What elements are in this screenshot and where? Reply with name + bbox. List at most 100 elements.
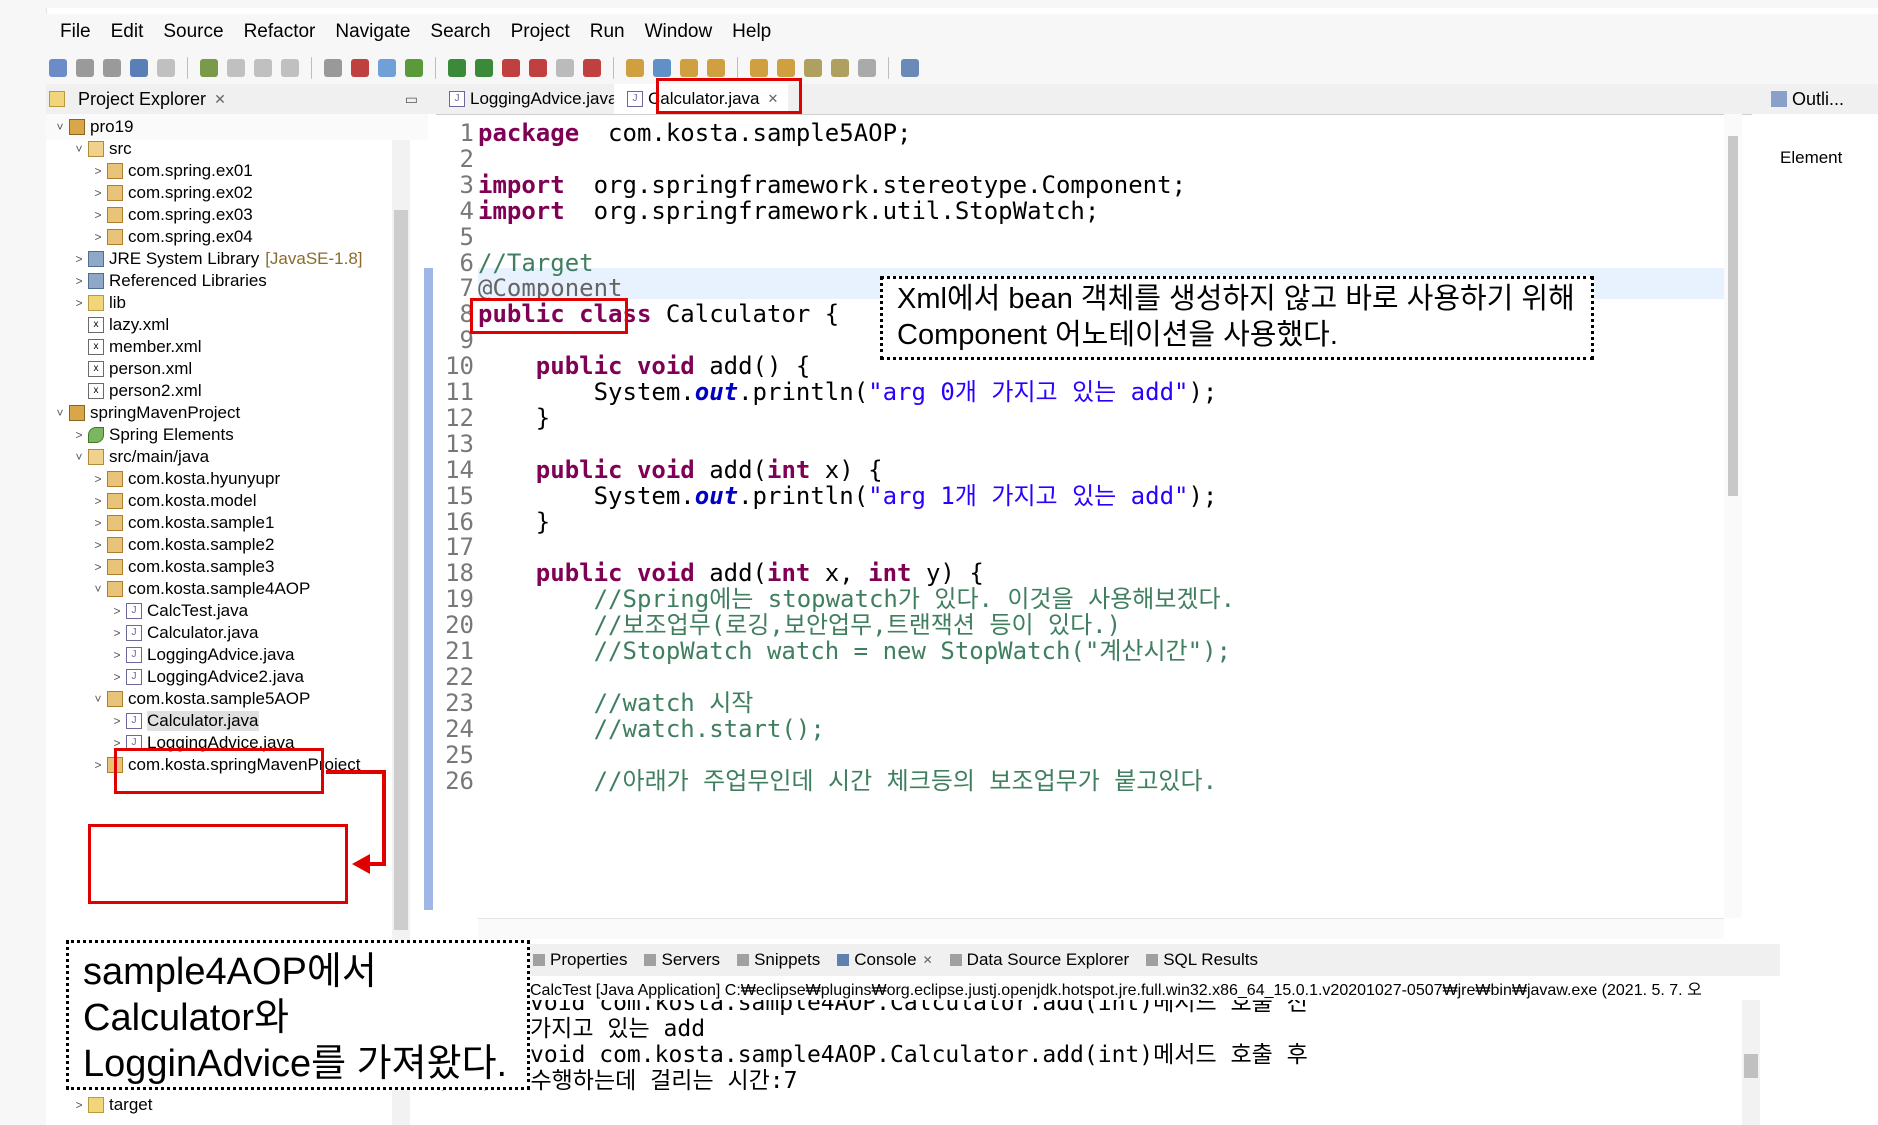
toolbar-button-icon[interactable]: [227, 59, 245, 77]
code-line[interactable]: //StopWatch watch = new StopWatch("계산시간"…: [478, 636, 1231, 667]
expand-icon[interactable]: >: [92, 538, 104, 552]
menu-help[interactable]: Help: [732, 21, 771, 43]
tab-console[interactable]: Console ✕: [834, 950, 933, 970]
expand-icon[interactable]: >: [92, 164, 104, 178]
expand-icon[interactable]: >: [111, 648, 123, 662]
code-line[interactable]: package com.kosta.sample5AOP;: [478, 118, 912, 149]
toolbar-button-icon[interactable]: [76, 59, 94, 77]
collapse-icon[interactable]: ˅: [54, 406, 66, 420]
menu-source[interactable]: Source: [163, 21, 223, 43]
tab-snippets[interactable]: Snippets: [734, 950, 820, 970]
tab-servers[interactable]: Servers: [641, 950, 720, 970]
outline-title[interactable]: Outli...: [1792, 89, 1844, 110]
tree-item-label: lib: [109, 293, 127, 312]
code-token: public: [535, 455, 623, 484]
menu-run[interactable]: Run: [590, 21, 625, 43]
highlight-component-annotation: [470, 298, 628, 334]
expand-icon[interactable]: >: [92, 560, 104, 574]
menu-navigate[interactable]: Navigate: [335, 21, 410, 43]
toolbar-button-icon[interactable]: [777, 59, 795, 77]
code-line[interactable]: System.out.println("arg 1개 가지고 있는 add");: [478, 481, 1218, 512]
close-icon[interactable]: ✕: [214, 91, 226, 108]
toolbar-button-icon[interactable]: [324, 59, 342, 77]
toolbar-button-icon[interactable]: [901, 59, 919, 77]
expand-icon[interactable]: >: [73, 296, 85, 310]
expand-icon[interactable]: >: [111, 670, 123, 684]
toolbar-button-icon[interactable]: [254, 59, 272, 77]
toolbar-button-icon[interactable]: [157, 59, 175, 77]
collapse-icon[interactable]: ˅: [73, 450, 85, 464]
console-scroll-thumb[interactable]: [1744, 1054, 1758, 1078]
toolbar-separator: [888, 57, 889, 79]
toolbar-button-icon[interactable]: [405, 59, 423, 77]
editor-horizontal-scrollbar[interactable]: [478, 918, 1724, 939]
toolbar-button-icon[interactable]: [103, 59, 121, 77]
expand-icon[interactable]: >: [111, 714, 123, 728]
minimize-icon[interactable]: ▭: [405, 91, 418, 108]
toolbar-button-icon[interactable]: [858, 59, 876, 77]
toolbar-button-icon[interactable]: [378, 59, 396, 77]
toolbar-button-icon[interactable]: [556, 59, 574, 77]
expand-icon[interactable]: >: [92, 516, 104, 530]
menu-refactor[interactable]: Refactor: [244, 21, 316, 43]
tab-properties[interactable]: Properties: [530, 950, 627, 970]
collapse-icon[interactable]: ˅: [92, 692, 104, 706]
toolbar-button-icon[interactable]: [804, 59, 822, 77]
expand-icon[interactable]: >: [92, 186, 104, 200]
close-icon[interactable]: ✕: [923, 953, 933, 967]
tab-sql-results[interactable]: SQL Results: [1143, 950, 1258, 970]
toolbar-button-icon[interactable]: [626, 59, 644, 77]
toolbar-button-icon[interactable]: [281, 59, 299, 77]
expand-icon[interactable]: >: [73, 274, 85, 288]
expand-icon[interactable]: >: [73, 428, 85, 442]
code-line[interactable]: System.out.println("arg 0개 가지고 있는 add");: [478, 377, 1218, 408]
tab-data-source-explorer[interactable]: Data Source Explorer: [947, 950, 1129, 970]
code-line[interactable]: }: [478, 507, 550, 538]
expand-icon[interactable]: >: [73, 1098, 85, 1112]
toolbar-button-icon[interactable]: [351, 59, 369, 77]
expand-icon[interactable]: >: [73, 252, 85, 266]
tab-logging-advice[interactable]: J LoggingAdvice.java: [436, 84, 627, 114]
tree-item[interactable]: > target: [73, 1092, 152, 1118]
toolbar-button-icon[interactable]: [502, 59, 520, 77]
code-line[interactable]: import org.springframework.util.StopWatc…: [478, 196, 1099, 227]
collapse-icon[interactable]: ˅: [92, 582, 104, 596]
collapse-icon[interactable]: ˅: [73, 142, 85, 156]
menu-edit[interactable]: Edit: [111, 21, 144, 43]
toolbar-button-icon[interactable]: [750, 59, 768, 77]
menu-search[interactable]: Search: [430, 21, 490, 43]
toolbar-button-icon[interactable]: [475, 59, 493, 77]
menu-project[interactable]: Project: [511, 21, 570, 43]
editor-scroll-thumb[interactable]: [1728, 136, 1738, 496]
code-token: import: [478, 196, 565, 225]
menu-window[interactable]: Window: [645, 21, 713, 43]
toolbar-button-icon[interactable]: [130, 59, 148, 77]
toolbar-button-icon[interactable]: [448, 59, 466, 77]
jar-icon: [88, 251, 104, 267]
toolbar-button-icon[interactable]: [583, 59, 601, 77]
toolbar-button-icon[interactable]: [529, 59, 547, 77]
code-line[interactable]: //watch.start();: [478, 714, 825, 745]
toolbar-button-icon[interactable]: [200, 59, 218, 77]
expand-icon[interactable]: >: [111, 626, 123, 640]
menu-file[interactable]: File: [60, 21, 91, 43]
note-line: LogginAdvice를 가져왔다.: [83, 1043, 508, 1085]
expand-icon[interactable]: >: [92, 758, 104, 772]
toolbar-button-icon[interactable]: [831, 59, 849, 77]
toolbar-button-icon[interactable]: [680, 59, 698, 77]
expand-icon[interactable]: >: [111, 604, 123, 618]
expand-icon[interactable]: >: [92, 208, 104, 222]
expand-icon[interactable]: >: [92, 230, 104, 244]
collapse-icon[interactable]: ˅: [54, 120, 66, 134]
toolbar-button-icon[interactable]: [707, 59, 725, 77]
toolbar-button-icon[interactable]: [653, 59, 671, 77]
java-file-icon: J: [449, 91, 465, 107]
expand-icon[interactable]: >: [92, 494, 104, 508]
project-tree-scroll-thumb[interactable]: [394, 210, 408, 930]
toolbar-button-icon[interactable]: [49, 59, 67, 77]
expand-icon[interactable]: >: [92, 472, 104, 486]
toolbar-separator: [311, 57, 312, 79]
code-line[interactable]: }: [478, 403, 550, 434]
code-editor[interactable]: package com.kosta.sample5AOP; import org.…: [478, 114, 1718, 918]
code-line[interactable]: //아래가 주업무인데 시간 체크등의 보조업무가 붙고있다.: [478, 766, 1217, 797]
